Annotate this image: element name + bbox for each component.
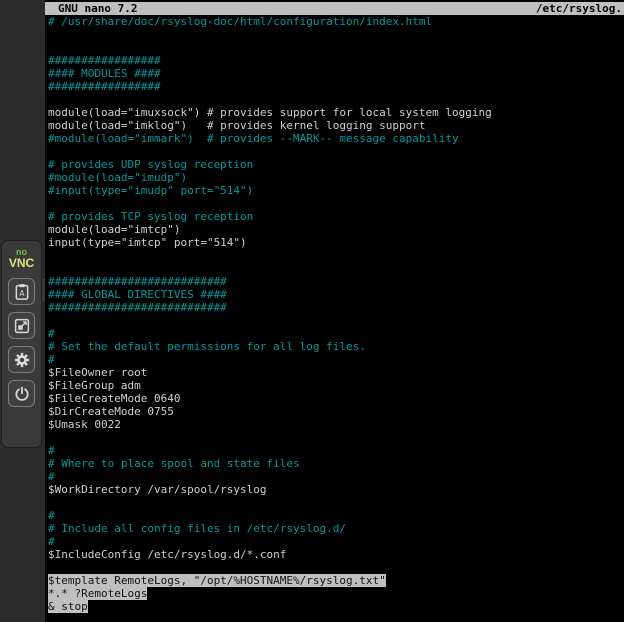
editor-line: #### GLOBAL DIRECTIVES #### <box>48 288 624 301</box>
editor-line: #module(load="immark") # provides --MARK… <box>48 132 624 145</box>
editor-line <box>48 249 624 262</box>
terminal[interactable]: GNU nano 7.2 /etc/rsyslog. # /usr/share/… <box>45 0 624 622</box>
editor-line <box>48 314 624 327</box>
fullscreen-button[interactable] <box>8 312 35 339</box>
editor-line: ################# <box>48 54 624 67</box>
editor-line: # <box>48 444 624 457</box>
editor-line: ########################### <box>48 301 624 314</box>
nano-titlebar: GNU nano 7.2 /etc/rsyslog. <box>45 2 624 15</box>
editor-line: $DirCreateMode 0755 <box>48 405 624 418</box>
editor-line: # <box>48 327 624 340</box>
gear-icon <box>13 351 31 369</box>
clipboard-icon: A <box>13 283 31 301</box>
editor-line: # <box>48 535 624 548</box>
editor-line: # <box>48 353 624 366</box>
editor-line: & stop <box>48 600 624 613</box>
editor-line: # Set the default permissions for all lo… <box>48 340 624 353</box>
editor-line <box>48 41 624 54</box>
editor-line: #### MODULES #### <box>48 67 624 80</box>
power-icon <box>13 385 31 403</box>
editor-line <box>48 197 624 210</box>
editor-lines: # /usr/share/doc/rsyslog-doc/html/config… <box>48 15 624 613</box>
novnc-logo: no VNC <box>9 248 34 269</box>
editor-line: $WorkDirectory /var/spool/rsyslog <box>48 483 624 496</box>
editor-line: module(load="imklog") # provides kernel … <box>48 119 624 132</box>
editor-line: # Where to place spool and state files <box>48 457 624 470</box>
editor-line <box>48 262 624 275</box>
editor-line <box>48 145 624 158</box>
editor-line: module(load="imtcp") <box>48 223 624 236</box>
editor-line: $template RemoteLogs, "/opt/%HOSTNAME%/r… <box>48 574 624 587</box>
editor-line: #input(type="imudp" port="514") <box>48 184 624 197</box>
editor-line: $Umask 0022 <box>48 418 624 431</box>
clipboard-button[interactable]: A <box>8 278 35 305</box>
editor-line: # provides UDP syslog reception <box>48 158 624 171</box>
vnc-screen: no VNC A <box>0 0 624 622</box>
editor-line <box>48 561 624 574</box>
editor-line: ########################### <box>48 275 624 288</box>
nano-version: GNU nano 7.2 <box>58 2 137 15</box>
nano-filename: /etc/rsyslog. <box>536 2 622 15</box>
editor-line <box>48 28 624 41</box>
editor-line: module(load="imuxsock") # provides suppo… <box>48 106 624 119</box>
novnc-control-bar: no VNC A <box>1 240 42 448</box>
editor-line: $IncludeConfig /etc/rsyslog.d/*.conf <box>48 548 624 561</box>
novnc-logo-vnc: VNC <box>9 257 34 269</box>
editor-line: ################# <box>48 80 624 93</box>
fullscreen-icon <box>13 317 31 335</box>
editor-line: # provides TCP syslog reception <box>48 210 624 223</box>
editor-line <box>48 431 624 444</box>
settings-button[interactable] <box>8 346 35 373</box>
editor-line: # <box>48 509 624 522</box>
editor-line: #module(load="imudp") <box>48 171 624 184</box>
editor-line: *.* ?RemoteLogs <box>48 587 624 600</box>
power-button[interactable] <box>8 380 35 407</box>
editor-line: input(type="imtcp" port="514") <box>48 236 624 249</box>
editor-line <box>48 93 624 106</box>
editor-line: # Include all config files in /etc/rsysl… <box>48 522 624 535</box>
svg-text:A: A <box>19 288 25 297</box>
editor-line <box>48 496 624 509</box>
editor-line: $FileOwner root <box>48 366 624 379</box>
editor-line: # /usr/share/doc/rsyslog-doc/html/config… <box>48 15 624 28</box>
editor-line: # <box>48 470 624 483</box>
editor-line: $FileCreateMode 0640 <box>48 392 624 405</box>
editor-line: $FileGroup adm <box>48 379 624 392</box>
